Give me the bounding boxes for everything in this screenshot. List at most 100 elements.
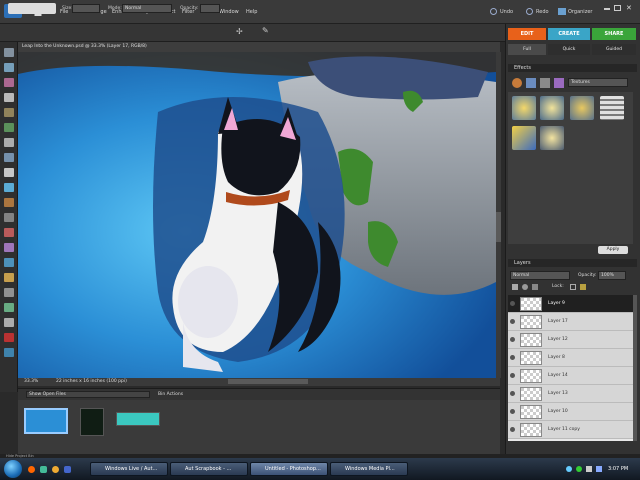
shape-tool-icon[interactable]	[4, 258, 14, 267]
redo-icon[interactable]	[526, 8, 533, 15]
bin-thumbnail[interactable]	[80, 408, 104, 436]
redo-button[interactable]: Redo	[536, 9, 549, 15]
filters-icon[interactable]	[512, 78, 522, 88]
maximize-icon[interactable]	[614, 5, 621, 11]
tab-share[interactable]: SHARE	[592, 28, 636, 40]
layer-row[interactable]: Layer 8	[508, 349, 633, 367]
brush-preview[interactable]	[8, 3, 56, 14]
effect-thumbnail[interactable]	[512, 126, 536, 150]
brush-settings-icon[interactable]: ✎	[262, 26, 269, 35]
eye-icon[interactable]	[510, 409, 515, 414]
photo-effects-icon[interactable]	[540, 78, 550, 88]
zoom-tool-icon[interactable]	[4, 63, 14, 72]
color-swatch-tool-icon[interactable]	[4, 348, 14, 357]
zoom-level[interactable]: 33.3%	[24, 379, 38, 384]
tray-icon[interactable]	[566, 466, 572, 472]
clone-stamp-tool-icon[interactable]	[4, 183, 14, 192]
layer-row[interactable]: Layer 10	[508, 403, 633, 421]
bin-actions-button[interactable]: Bin Actions	[158, 392, 183, 397]
taskbar-item[interactable]: Windows Live / Aut...	[90, 462, 168, 476]
lasso-tool-icon[interactable]	[4, 108, 14, 117]
mode-dropdown[interactable]: Normal	[122, 4, 172, 13]
crop-tool-icon[interactable]	[4, 153, 14, 162]
hand-tool-icon[interactable]	[4, 78, 14, 87]
menu-help[interactable]: Help	[246, 9, 257, 15]
tab-quick[interactable]: Quick	[548, 44, 590, 55]
quicklaunch-icon[interactable]	[40, 466, 47, 473]
move-tool-icon[interactable]	[4, 48, 14, 57]
all-effects-icon[interactable]	[554, 78, 564, 88]
organizer-button[interactable]: Organizer	[568, 9, 592, 15]
red-eye-tool-icon[interactable]	[4, 333, 14, 342]
layers-panel-header[interactable]: Layers	[508, 259, 637, 267]
eyedropper-tool-icon[interactable]	[4, 93, 14, 102]
layer-row[interactable]: Layer 14	[508, 367, 633, 385]
tab-full[interactable]: Full	[508, 44, 546, 55]
layer-row[interactable]: Layer 11 copy	[508, 421, 633, 439]
layer-row[interactable]: Layer 9	[508, 295, 633, 313]
taskbar-item[interactable]: Aut Scrapbook - ...	[170, 462, 248, 476]
eye-icon[interactable]	[510, 355, 515, 360]
bin-dropdown[interactable]: Show Open Files	[26, 391, 150, 398]
taskbar-item[interactable]: Windows Media Pl...	[330, 462, 408, 476]
vertical-scrollbar[interactable]	[496, 52, 501, 378]
airbrush-icon[interactable]: ✢	[236, 27, 243, 36]
layer-row[interactable]: Layer 13	[508, 385, 633, 403]
effect-thumbnail[interactable]	[600, 96, 624, 120]
opacity-field[interactable]	[200, 4, 220, 13]
size-field[interactable]	[72, 4, 100, 13]
undo-icon[interactable]	[490, 8, 497, 15]
minimize-icon[interactable]	[604, 8, 610, 10]
blur-tool-icon[interactable]	[4, 288, 14, 297]
eye-icon[interactable]	[510, 391, 515, 396]
lock-transparency-icon[interactable]	[570, 284, 576, 290]
adjustment-layer-icon[interactable]	[522, 284, 528, 290]
spot-healing-tool-icon[interactable]	[4, 168, 14, 177]
tab-guided[interactable]: Guided	[592, 44, 636, 55]
volume-icon[interactable]	[586, 466, 592, 472]
firefox-icon[interactable]	[28, 466, 35, 473]
bin-thumbnail[interactable]	[116, 412, 160, 426]
start-button[interactable]	[4, 460, 22, 478]
tray-icon[interactable]	[576, 466, 582, 472]
gradient-tool-icon[interactable]	[4, 243, 14, 252]
eye-icon[interactable]	[510, 373, 515, 378]
delete-layer-icon[interactable]	[532, 284, 538, 290]
eye-icon[interactable]	[510, 319, 515, 324]
layers-scrollbar[interactable]	[633, 295, 637, 441]
eye-icon[interactable]	[510, 301, 515, 306]
effect-thumbnail[interactable]	[540, 126, 564, 150]
magic-wand-tool-icon[interactable]	[4, 123, 14, 132]
eye-icon[interactable]	[510, 337, 515, 342]
new-layer-icon[interactable]	[512, 284, 518, 290]
sponge-tool-icon[interactable]	[4, 303, 14, 312]
tab-edit[interactable]: EDIT	[508, 28, 546, 40]
blend-mode-dropdown[interactable]: Normal	[510, 271, 570, 280]
lock-all-icon[interactable]	[580, 284, 586, 290]
undo-button[interactable]: Undo	[500, 9, 513, 15]
eraser-tool-icon[interactable]	[4, 198, 14, 207]
effect-thumbnail[interactable]	[512, 96, 536, 120]
effects-panel-header[interactable]: Effects	[508, 64, 637, 72]
smudge-tool-icon[interactable]	[4, 318, 14, 327]
quicklaunch-icon[interactable]	[52, 466, 59, 473]
text-tool-icon[interactable]	[4, 273, 14, 282]
document-canvas[interactable]	[18, 52, 496, 378]
effect-thumbnail[interactable]	[540, 96, 564, 120]
network-icon[interactable]	[596, 466, 602, 472]
apply-button[interactable]: Apply	[598, 246, 628, 254]
menu-window[interactable]: Window	[219, 9, 239, 15]
system-clock[interactable]: 3:07 PM	[608, 466, 628, 472]
effect-thumbnail[interactable]	[570, 96, 594, 120]
organizer-icon[interactable]	[558, 8, 566, 15]
taskbar-item-active[interactable]: Untitled - Photoshop...	[250, 462, 328, 476]
close-icon[interactable]: ✕	[626, 4, 632, 12]
layer-row[interactable]: Layer 17	[508, 313, 633, 331]
selection-tool-icon[interactable]	[4, 138, 14, 147]
layer-opacity-field[interactable]: 100%	[598, 271, 626, 280]
brush-tool-icon[interactable]	[4, 213, 14, 222]
effects-category-dropdown[interactable]: Textures	[568, 78, 628, 87]
layer-row[interactable]: Layer 12	[508, 331, 633, 349]
eye-icon[interactable]	[510, 427, 515, 432]
bin-thumbnail-active[interactable]	[24, 408, 68, 434]
